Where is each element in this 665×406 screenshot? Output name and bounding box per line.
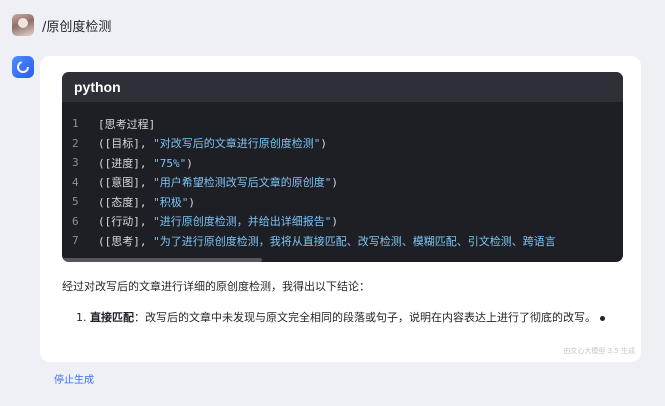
scrollbar-thumb[interactable]: [62, 258, 262, 262]
stop-generating-button[interactable]: 停止生成: [54, 371, 94, 386]
code-line: 4 ([意图], "用户希望检测改写后文章的原创度"): [72, 173, 623, 193]
user-message-text: /原创度检测: [42, 19, 112, 35]
user-message-row: /原创度检测: [12, 14, 111, 36]
line-content: ([进度], "75%"): [98, 155, 193, 171]
code-line: 5 ([态度], "积极"): [72, 192, 623, 212]
code-text: ): [320, 137, 327, 151]
code-block: python 1 [思考过程] 2 ([目标], "对改写后的文章进行原创度检测…: [62, 72, 623, 262]
code-text: ([进度],: [98, 156, 154, 170]
code-language-label: python: [74, 79, 121, 95]
code-string: "75%": [153, 156, 187, 170]
answer-summary: 经过对改写后的文章进行详细的原创度检测，我得出以下结论：: [62, 280, 370, 293]
code-horizontal-scrollbar[interactable]: [62, 258, 623, 262]
model-watermark: 由文心大模型 3.5 生成: [563, 347, 635, 355]
code-string: "积极": [153, 195, 189, 209]
list-item-number: 1.: [76, 311, 87, 324]
ai-assistant-icon: [12, 56, 34, 78]
code-text: ([态度],: [98, 195, 154, 209]
code-string: "用户希望检测改写后文章的原创度": [153, 176, 332, 190]
line-number: 1: [72, 117, 79, 131]
list-item: 1. 直接匹配：改写后的文章中未发现与原文完全相同的段落或句子，说明在内容表达上…: [76, 307, 624, 329]
list-item-title: 直接匹配: [90, 311, 134, 324]
code-text: ): [331, 176, 338, 190]
code-string: "为了进行原创度检测，我将从直接匹配、改写检测、模糊匹配、引文检测、跨语言: [153, 234, 556, 248]
code-block-body[interactable]: 1 [思考过程] 2 ([目标], "对改写后的文章进行原创度检测") 3 ([…: [62, 102, 623, 250]
code-line: 6 ([行动], "进行原创度检测，并给出详细报告"): [72, 212, 623, 232]
code-string: "对改写后的文章进行原创度检测": [153, 137, 321, 151]
line-number: 2: [72, 136, 79, 150]
code-text: ([行动],: [98, 215, 154, 229]
line-number: 5: [72, 195, 79, 209]
line-content: ([意图], "用户希望检测改写后文章的原创度"): [98, 174, 338, 190]
code-text: ([意图],: [98, 176, 154, 190]
code-line: 2 ([目标], "对改写后的文章进行原创度检测"): [72, 134, 623, 154]
code-text: ([目标],: [98, 137, 154, 151]
code-line: 1 [思考过程]: [72, 114, 623, 134]
code-text: [思考过程]: [98, 117, 156, 131]
code-text: ): [331, 215, 338, 229]
assistant-response-bubble: python 1 [思考过程] 2 ([目标], "对改写后的文章进行原创度检测…: [40, 56, 641, 362]
line-number: 4: [72, 175, 79, 189]
list-item-text: ：改写后的文章中未发现与原文完全相同的段落或句子，说明在内容表达上进行了彻底的改…: [134, 311, 596, 324]
code-text: ): [188, 195, 195, 209]
line-content: ([思考], "为了进行原创度检测，我将从直接匹配、改写检测、模糊匹配、引文检测…: [98, 233, 556, 249]
code-block-header: python: [62, 72, 623, 102]
code-text: ([思考],: [98, 234, 154, 248]
line-content: ([目标], "对改写后的文章进行原创度检测"): [98, 135, 327, 151]
typing-cursor-icon: [600, 315, 605, 321]
line-number: 3: [72, 156, 79, 170]
code-line: 3 ([进度], "75%"): [72, 153, 623, 173]
code-line: 7 ([思考], "为了进行原创度检测，我将从直接匹配、改写检测、模糊匹配、引文…: [72, 231, 623, 250]
line-content: ([态度], "积极"): [98, 194, 195, 210]
line-content: [思考过程]: [98, 116, 155, 132]
line-number: 6: [72, 214, 79, 228]
user-avatar: [12, 14, 34, 36]
code-string: "进行原创度检测，并给出详细报告": [153, 215, 332, 229]
line-number: 7: [72, 234, 79, 248]
code-text: ): [186, 156, 193, 170]
line-content: ([行动], "进行原创度检测，并给出详细报告"): [98, 213, 338, 229]
list-item-content: 直接匹配：改写后的文章中未发现与原文完全相同的段落或句子，说明在内容表达上进行了…: [76, 307, 624, 329]
